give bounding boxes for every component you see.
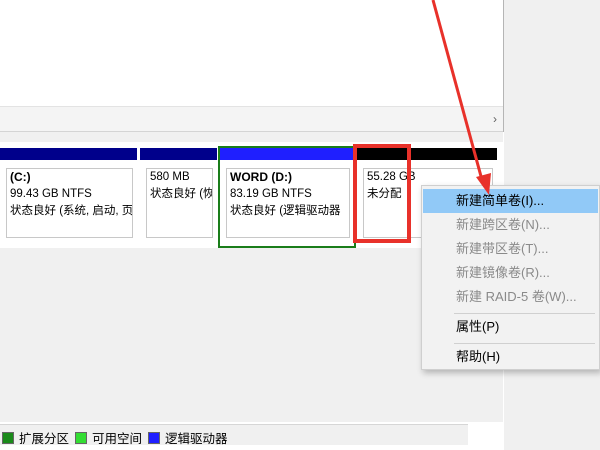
- annotation-arrow-line: [431, 0, 484, 181]
- annotation-arrow-head: [476, 173, 491, 195]
- annotation-arrow: [431, 0, 491, 195]
